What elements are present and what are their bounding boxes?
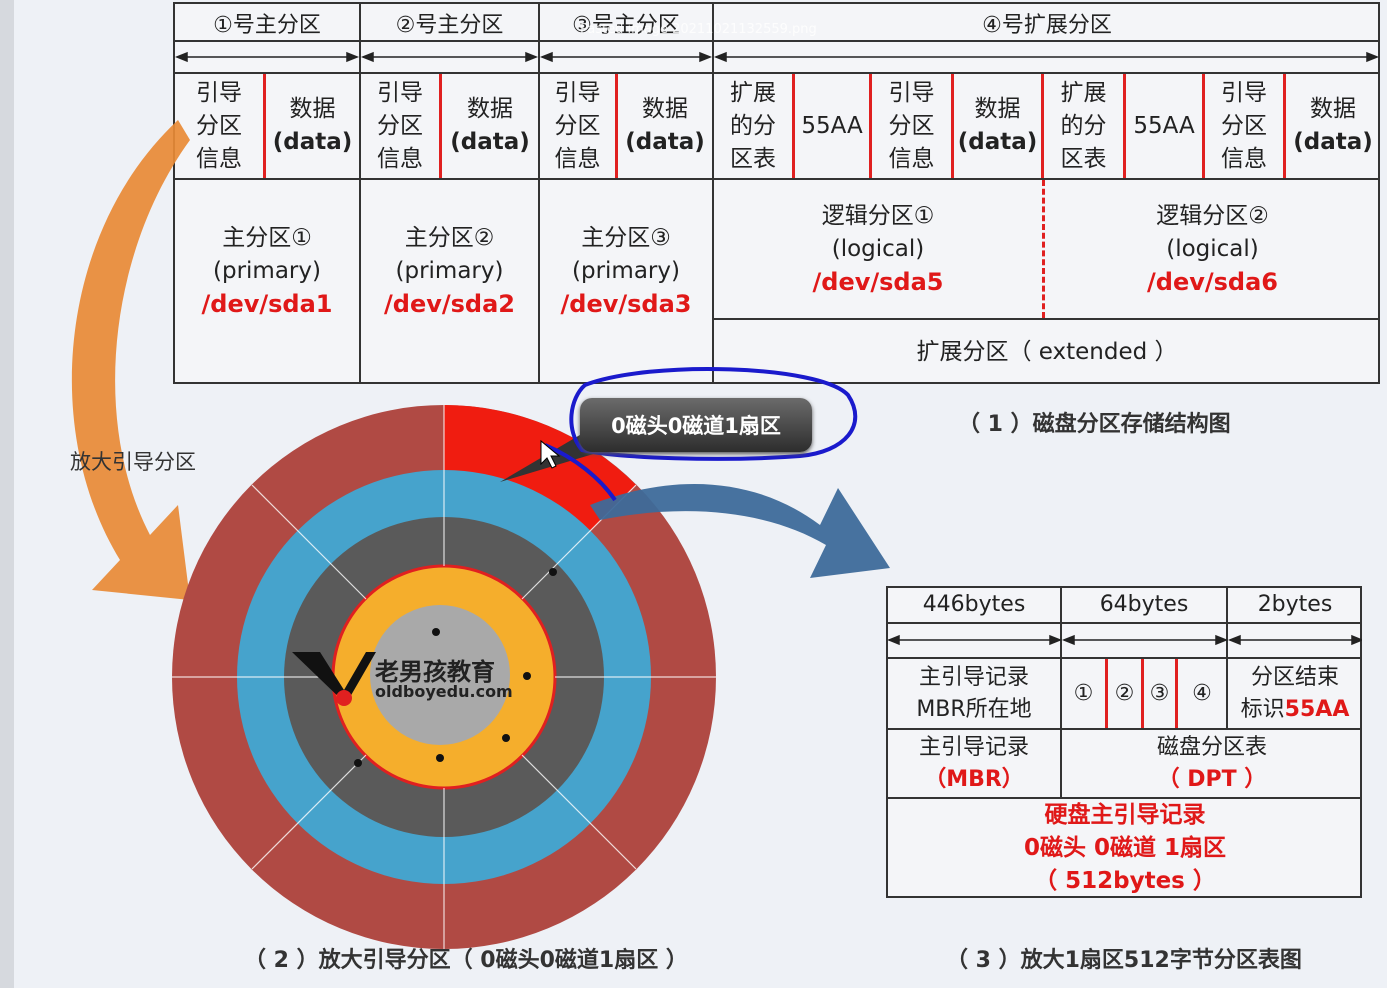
mbr-abbr: （MBR） [924,766,1024,792]
side-label: 放大引导分区 [70,450,196,474]
partition-entry-1: ① [1073,680,1094,706]
size-446: 446bytes [922,592,1026,617]
mbr-location-line: MBR所在地 [916,696,1032,722]
logo-en: oldboyedu.com [375,682,513,701]
size-span-arrows [888,634,1362,646]
callout-label: 0磁头0磁道1扇区 [580,398,812,452]
mbr-summary: 硬盘主引导记录 0磁头 0磁道 1扇区 （ 512bytes ） [888,799,1362,898]
mbr-table: 446bytes 64bytes 2bytes 主引导记录 MBR所在地 ① ②… [886,586,1362,898]
caption-mbr-layout: （ 3 ）放大1扇区512字节分区表图 [946,948,1302,973]
dpt-abbr: （ DPT ） [1157,766,1267,792]
mbr-location-line: 主引导记录 [918,664,1029,690]
end-marker-line: 分区结束 [1250,664,1339,690]
size-64: 64bytes [1099,592,1189,617]
mbr-label: 主引导记录 [918,734,1029,760]
end-marker-cell: 分区结束 标识55AA [1228,659,1362,728]
summary-line: 0磁头 0磁道 1扇区 [1023,835,1227,861]
size-2: 2bytes [1257,592,1333,617]
mbr-location-cell: 主引导记录 MBR所在地 [888,659,1060,728]
orange-arrow [71,120,190,600]
dpt-label: 磁盘分区表 [1156,734,1267,760]
logo-dot [336,690,352,706]
mbr-cell: 主引导记录 （MBR） [888,730,1060,797]
end-marker-line: 标识55AA [1241,694,1350,726]
summary-line: 硬盘主引导记录 [1044,802,1206,828]
caption-structure: （ 1 ）磁盘分区存储结构图 [958,412,1231,437]
partition-entry-3: ③ [1149,680,1170,706]
partition-entry-2: ② [1114,680,1135,706]
summary-line: （ 512bytes ） [1034,868,1216,894]
end-marker-word: 标识 [1240,696,1285,722]
dpt-cell: 磁盘分区表 （ DPT ） [1062,730,1362,797]
end-signature: 55AA [1284,696,1350,722]
partition-entry-4: ④ [1192,680,1212,706]
caption-boot-sector: （ 2 ）放大引导分区（ 0磁头0磁道1扇区 ） [244,948,688,973]
